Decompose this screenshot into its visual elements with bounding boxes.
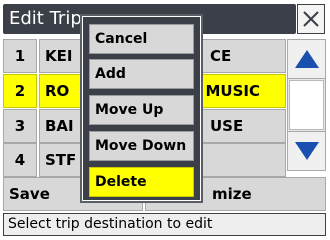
row-destination-text: STF [45,151,77,169]
edit-trip-screen: Edit Trip 1 KEI CE 2 RO F MUSIC 3 BAI US… [0,0,330,240]
menu-item-move-up[interactable]: Move Up [89,95,194,125]
status-text: Select trip destination to edit [8,216,213,232]
optimize-button-label: mize [212,185,252,203]
scroll-down-button[interactable] [287,131,326,171]
row-number: 1 [3,39,37,73]
scroll-down-arrow-icon [294,142,319,160]
scroll-up-arrow-icon [294,50,319,68]
row-number: 2 [3,74,37,108]
row-destination-text: RO [45,82,70,100]
row-destination-text: BAI [45,117,74,135]
menu-item-cancel[interactable]: Cancel [89,24,194,54]
window-title: Edit Trip [9,8,82,29]
save-button-label: Save [9,185,50,203]
row-destination-text-end: CE [210,47,232,65]
menu-item-move-down[interactable]: Move Down [89,131,194,161]
row-destination-text-end: USE [210,117,244,135]
close-button[interactable] [297,4,325,34]
context-menu: Cancel Add Move Up Move Down Delete [82,16,201,201]
menu-item-add[interactable]: Add [89,59,194,89]
close-icon [303,11,319,27]
status-bar: Select trip destination to edit [3,213,326,236]
scroll-up-button[interactable] [287,39,326,79]
row-number: 3 [3,109,37,143]
scroll-thumb[interactable] [289,80,324,130]
row-destination-text: KEI [45,47,73,65]
menu-item-delete[interactable]: Delete [89,167,194,197]
row-number: 4 [3,143,37,177]
